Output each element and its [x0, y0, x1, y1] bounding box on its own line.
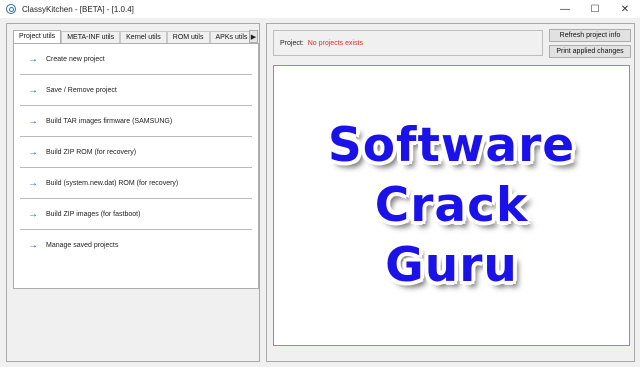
- create-new-project-item[interactable]: → Create new project: [20, 44, 252, 75]
- menu-item-label: Build ZIP ROM (for recovery): [46, 148, 137, 156]
- menu-item-label: Manage saved projects: [46, 242, 119, 249]
- project-info-box: Project: No projects exists: [273, 30, 543, 56]
- minimize-button[interactable]: —: [550, 0, 580, 18]
- watermark-line-3: Guru: [385, 237, 518, 293]
- arrow-right-icon: →: [28, 84, 38, 96]
- build-zip-images-item[interactable]: → Build ZIP images (for fastboot): [20, 199, 252, 230]
- arrow-right-icon: →: [28, 115, 38, 127]
- app-icon: [6, 4, 16, 14]
- arrow-right-icon: →: [28, 53, 38, 65]
- project-utils-panel: → Create new project → Save / Remove pro…: [13, 43, 259, 289]
- build-zip-rom-item[interactable]: → Build ZIP ROM (for recovery): [20, 137, 252, 168]
- arrow-right-icon: →: [28, 240, 38, 251]
- tab-strip: Project utils META-INF utils Kernel util…: [13, 30, 254, 44]
- save-remove-project-item[interactable]: → Save / Remove project: [20, 75, 252, 106]
- menu-item-label: Create new project: [46, 55, 105, 63]
- menu-item-label: Save / Remove project: [46, 86, 117, 94]
- build-system-new-dat-rom-item[interactable]: → Build (system.new.dat) ROM (for recove…: [20, 168, 252, 199]
- output-area: Software Crack Guru: [273, 65, 630, 346]
- close-button[interactable]: ✕: [610, 0, 640, 18]
- refresh-project-info-button[interactable]: Refresh project info: [549, 29, 631, 42]
- build-tar-images-item[interactable]: → Build TAR images firmware (SAMSUNG): [20, 106, 252, 137]
- watermark-line-1: Software: [327, 117, 576, 173]
- window-controls: — ☐ ✕: [550, 0, 640, 18]
- project-status: No projects exists: [307, 39, 363, 47]
- arrow-right-icon: →: [28, 146, 38, 158]
- menu-item-label: Build TAR images firmware (SAMSUNG): [46, 117, 173, 125]
- project-label: Project:: [280, 39, 304, 47]
- maximize-button[interactable]: ☐: [580, 0, 610, 18]
- menu-item-label: Build ZIP images (for fastboot): [46, 210, 141, 218]
- arrow-right-icon: →: [28, 177, 38, 189]
- print-applied-changes-button[interactable]: Print applied changes: [549, 45, 631, 58]
- tab-scroll-right-icon[interactable]: ▶: [249, 30, 258, 43]
- watermark-line-2: Crack: [374, 177, 529, 233]
- title-bar: ClassyKitchen - [BETA] - [1.0.4] — ☐ ✕: [0, 0, 640, 18]
- manage-saved-projects-item[interactable]: → Manage saved projects: [20, 230, 252, 261]
- arrow-right-icon: →: [28, 208, 38, 220]
- tab-project-utils[interactable]: Project utils: [13, 30, 62, 44]
- window-title: ClassyKitchen - [BETA] - [1.0.4]: [22, 4, 134, 14]
- menu-item-label: Build (system.new.dat) ROM (for recovery…: [46, 179, 179, 187]
- left-panel: Project utils META-INF utils Kernel util…: [6, 23, 260, 362]
- right-panel: Project: No projects exists Refresh proj…: [266, 23, 635, 362]
